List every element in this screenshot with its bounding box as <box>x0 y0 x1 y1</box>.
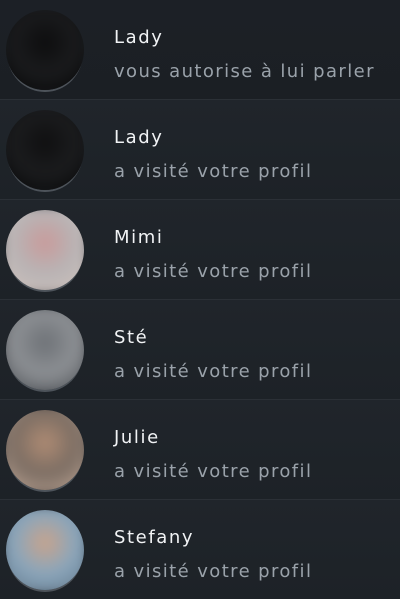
notification-name: Sté <box>114 327 149 348</box>
notification-message: vous autorise à lui parler <box>114 61 375 82</box>
avatar-photo-icon <box>6 210 84 290</box>
notification-name: Lady <box>114 127 164 148</box>
avatar-photo-icon <box>6 310 84 390</box>
notification-message: a visité votre profil <box>114 261 313 282</box>
avatar-photo-icon <box>6 110 84 190</box>
avatar-photo-icon <box>6 410 84 490</box>
notification-item[interactable]: Lady a visité votre profil <box>0 100 400 200</box>
avatar[interactable] <box>6 410 84 490</box>
notification-name: Mimi <box>114 227 164 248</box>
avatar[interactable] <box>6 10 84 90</box>
notification-item[interactable]: Julie a visité votre profil <box>0 400 400 500</box>
notification-message: a visité votre profil <box>114 561 313 582</box>
notification-message: a visité votre profil <box>114 161 313 182</box>
avatar-photo-icon <box>6 10 84 90</box>
avatar[interactable] <box>6 510 84 590</box>
avatar[interactable] <box>6 210 84 290</box>
notification-list: Lady vous autorise à lui parler Lady a v… <box>0 0 400 599</box>
notification-item[interactable]: Stefany a visité votre profil <box>0 500 400 599</box>
avatar[interactable] <box>6 110 84 190</box>
notification-item[interactable]: Mimi a visité votre profil <box>0 200 400 300</box>
notification-item[interactable]: Lady vous autorise à lui parler <box>0 0 400 100</box>
notification-name: Lady <box>114 27 164 48</box>
notification-name: Julie <box>114 427 160 448</box>
notification-message: a visité votre profil <box>114 461 313 482</box>
avatar[interactable] <box>6 310 84 390</box>
notification-item[interactable]: Sté a visité votre profil <box>0 300 400 400</box>
notification-name: Stefany <box>114 527 195 548</box>
notification-message: a visité votre profil <box>114 361 313 382</box>
avatar-photo-icon <box>6 510 84 590</box>
